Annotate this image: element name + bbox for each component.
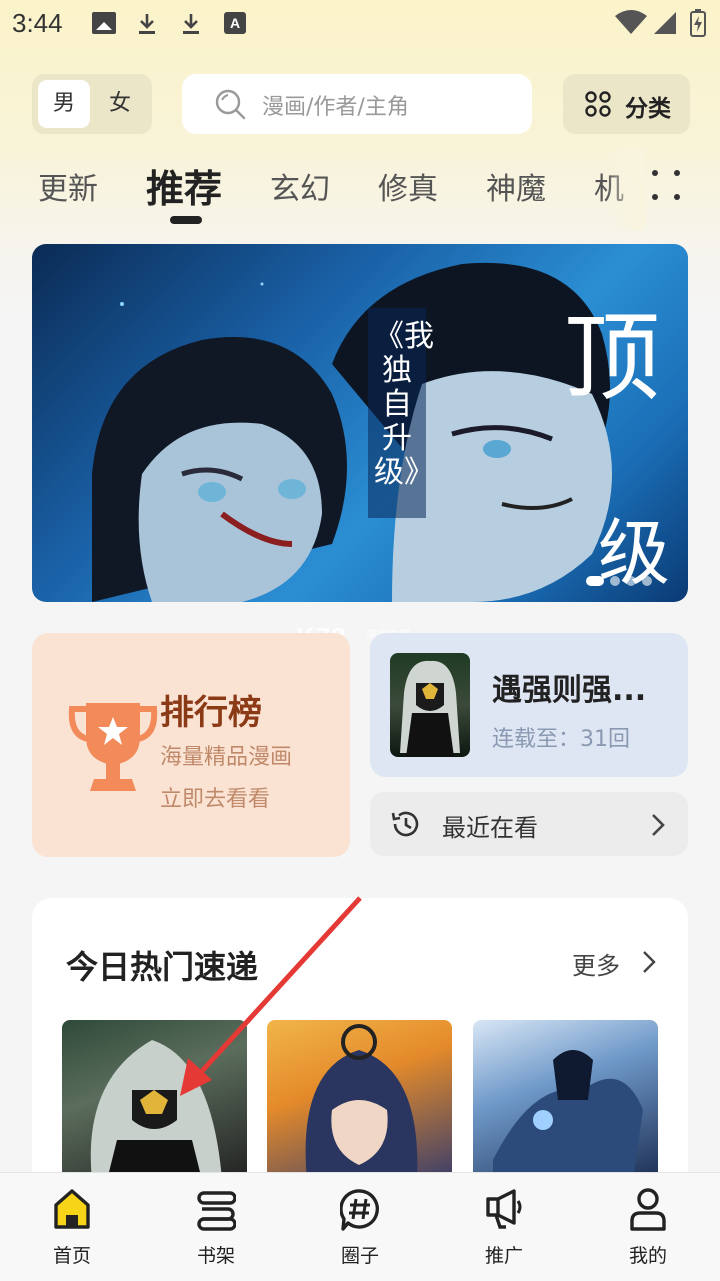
- nav-label: 书架: [196, 1245, 235, 1267]
- tab-recommend[interactable]: 推荐: [146, 158, 222, 213]
- download-icon: [136, 12, 158, 36]
- bookshelf-icon: [196, 1187, 237, 1231]
- banner-pagination: [586, 576, 656, 586]
- nav-label: 推广: [484, 1245, 523, 1267]
- tab-fade: [605, 150, 645, 230]
- search-input[interactable]: 漫画/作者/主角: [182, 74, 532, 134]
- nav-item-profile[interactable]: 我的: [576, 1173, 720, 1281]
- battery-icon: [690, 9, 706, 37]
- category-button[interactable]: 分类: [563, 74, 690, 134]
- ranking-subtitle-1: 海量精品漫画: [160, 745, 293, 770]
- banner-carousel[interactable]: 《我独自升级》 顶 级: [32, 244, 688, 602]
- banner-title: 《我独自升级》: [374, 319, 434, 490]
- continue-reading-card[interactable]: 遇强则强... 连载至：31回: [370, 633, 688, 777]
- category-label: 分类: [625, 96, 671, 122]
- download-icon: [180, 12, 202, 36]
- gender-female-option[interactable]: 女: [94, 80, 146, 128]
- history-clock-icon: [390, 808, 422, 840]
- hot-more-link[interactable]: 更多: [572, 946, 620, 981]
- pagination-dot: [610, 576, 620, 586]
- hot-comic-cover[interactable]: [473, 1020, 658, 1180]
- nav-item-bookshelf[interactable]: 书架: [144, 1173, 288, 1281]
- category-tabs: 更新 推荐 玄幻 修真 神魔 机: [0, 150, 720, 230]
- ranking-card[interactable]: 排行榜 海量精品漫画 立即去看看: [32, 633, 350, 857]
- pagination-dot-active: [586, 576, 604, 586]
- active-tab-indicator: [170, 216, 202, 224]
- search-icon: [214, 88, 246, 120]
- pagination-dot: [626, 576, 636, 586]
- chevron-right-icon: [650, 812, 666, 838]
- pagination-dot: [642, 576, 652, 586]
- tab-xuanhuan[interactable]: 玄幻: [270, 164, 330, 208]
- recently-viewed-button[interactable]: 最近在看: [370, 792, 688, 856]
- tab-update[interactable]: 更新: [38, 164, 98, 208]
- tab-xiuzhen[interactable]: 修真: [378, 164, 438, 208]
- wifi-icon: [614, 10, 648, 36]
- continue-progress: 连载至：31回: [492, 727, 630, 752]
- profile-icon: [628, 1187, 668, 1231]
- signal-icon: [652, 10, 678, 36]
- nav-label: 首页: [52, 1245, 91, 1267]
- status-time: 3:44: [12, 8, 63, 38]
- continue-title: 遇强则强...: [492, 673, 647, 708]
- continue-cover-image: [390, 653, 470, 757]
- ranking-subtitle-2: 立即去看看: [160, 787, 271, 812]
- gender-toggle: 男 女: [32, 74, 152, 134]
- tab-shenmo[interactable]: 神魔: [486, 164, 546, 208]
- ranking-title: 排行榜: [160, 693, 262, 733]
- search-placeholder: 漫画/作者/主角: [262, 95, 409, 120]
- picture-icon: [92, 12, 116, 34]
- nav-label: 圈子: [340, 1245, 379, 1267]
- recently-viewed-label: 最近在看: [442, 814, 538, 842]
- bottom-navigation: 首页 书架 圈子 推广 我的: [0, 1172, 720, 1281]
- nav-item-promote[interactable]: 推广: [432, 1173, 576, 1281]
- a-icon: A: [224, 12, 246, 34]
- chevron-right-icon[interactable]: [642, 950, 656, 974]
- home-icon: [52, 1187, 92, 1231]
- nav-item-circle[interactable]: 圈子: [288, 1173, 432, 1281]
- tabs-more-icon[interactable]: [646, 164, 686, 204]
- trophy-icon: [66, 695, 160, 795]
- banner-big-text-1: 顶: [564, 302, 660, 414]
- nav-item-home[interactable]: 首页: [0, 1173, 144, 1281]
- annotation-arrow: [180, 896, 362, 1096]
- status-bar: 3:44 A: [0, 0, 720, 50]
- gender-male-option[interactable]: 男: [38, 80, 90, 128]
- hashtag-icon: [339, 1187, 380, 1231]
- grid-icon: [585, 91, 611, 117]
- nav-label: 我的: [628, 1245, 667, 1267]
- megaphone-icon: [484, 1187, 524, 1231]
